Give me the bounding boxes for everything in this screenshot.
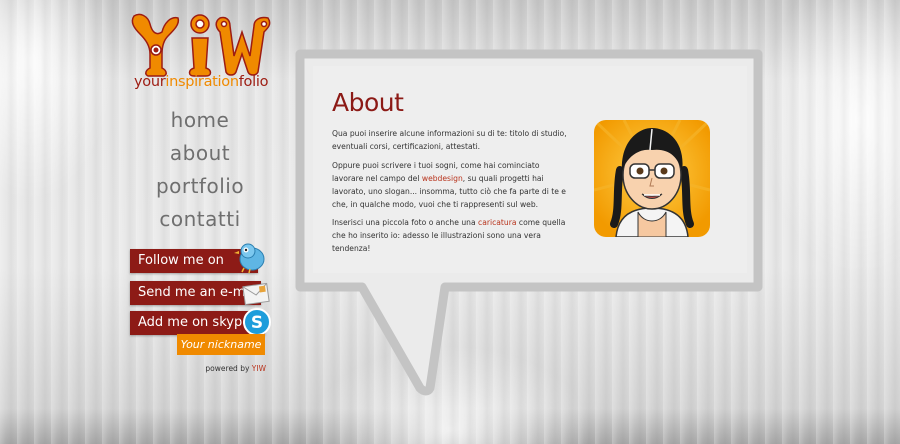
webdesign-link[interactable]: webdesign <box>422 174 463 183</box>
page-title: About <box>332 88 404 117</box>
about-paragraph-3: Inserisci una piccola foto o anche una c… <box>332 217 568 256</box>
avatar-caricature <box>594 120 710 237</box>
caricatura-link[interactable]: caricatura <box>478 218 516 227</box>
about-paragraph-1: Qua puoi inserire alcune informazioni su… <box>332 129 567 151</box>
about-paragraph-2: Oppure puoi scrivere i tuoi sogni, come … <box>332 160 568 212</box>
about-text: Qua puoi inserire alcune informazioni su… <box>332 128 568 262</box>
about-paragraph-3-text: Inserisci una piccola foto o anche una <box>332 218 479 228</box>
